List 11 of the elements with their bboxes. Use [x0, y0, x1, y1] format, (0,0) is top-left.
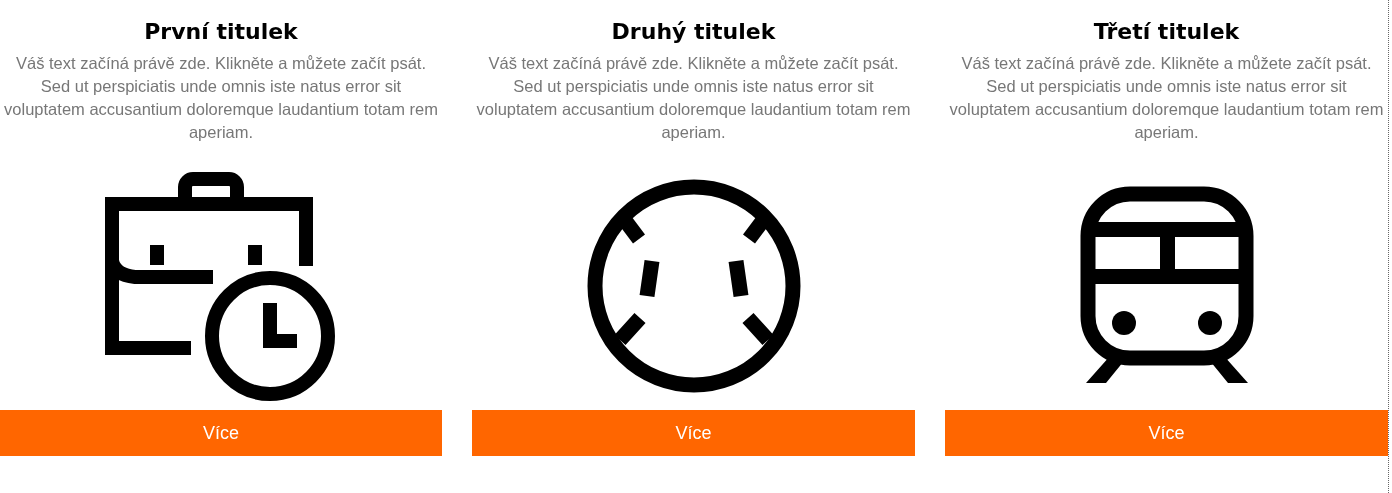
more-button[interactable]: Více — [472, 410, 915, 456]
more-button[interactable]: Více — [945, 410, 1388, 456]
briefcase-clock-icon — [105, 171, 337, 401]
card-title: Druhý titulek — [611, 18, 776, 46]
card-text: Váš text začíná právě zde. Klikněte a můžete začít psát. Sed ut perspiciatis unde omnis iste natus error sit voluptatem accusantium doloremque laudantium totam rem aperiam. — [475, 53, 912, 143]
card-title: První titulek — [144, 18, 298, 46]
card-text: Váš text začíná právě zde. Klikněte a můžete začít psát. Sed ut perspiciatis unde omnis iste natus error sit voluptatem accusantium doloremque laudantium totam rem aperiam. — [3, 53, 439, 143]
card-title: Třetí titulek — [1093, 18, 1240, 46]
card-text: Váš text začíná právě zde. Klikněte a můžete začít psát. Sed ut perspiciatis unde omnis iste natus error sit voluptatem accusantium doloremque laudantium totam rem aperiam. — [948, 53, 1385, 143]
more-button[interactable]: Více — [0, 410, 442, 456]
train-icon — [1079, 186, 1254, 386]
